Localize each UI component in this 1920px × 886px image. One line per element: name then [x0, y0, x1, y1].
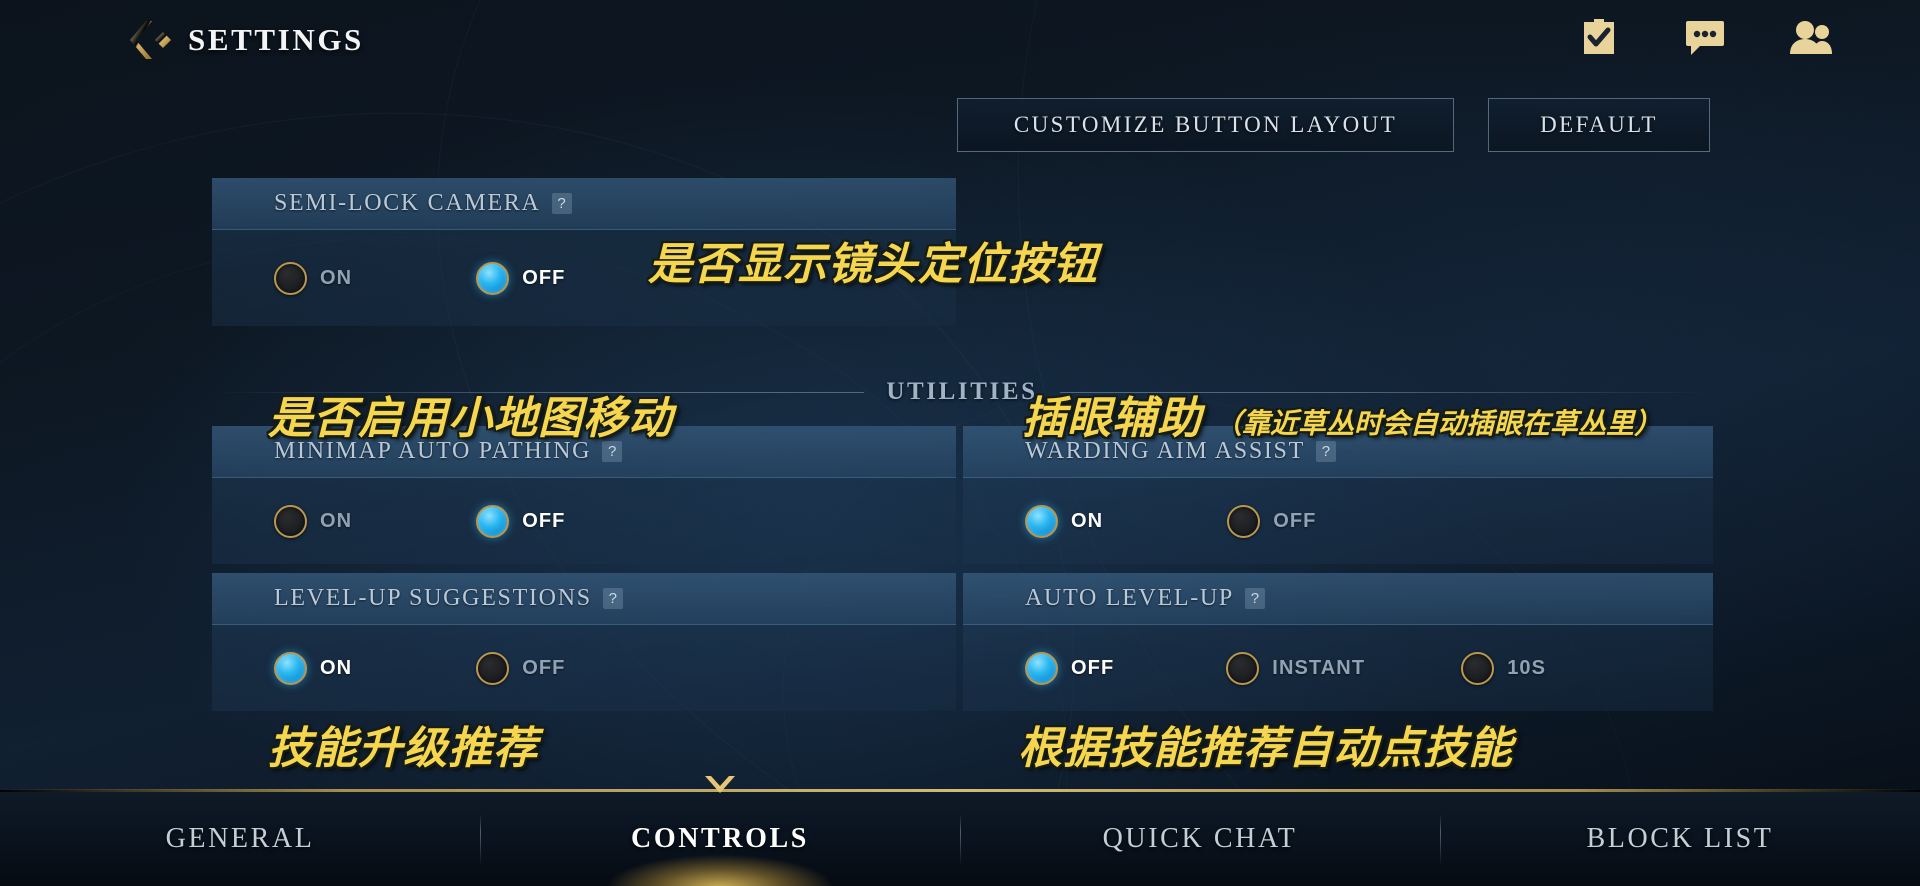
radio-option-instant[interactable]: INSTANT: [1226, 651, 1366, 685]
radio-indicator: [476, 261, 510, 295]
setting-panel-warding-aim-assist: WARDING AIM ASSIST ? ON OFF: [963, 426, 1713, 564]
radio-indicator: [476, 651, 510, 685]
tab-general[interactable]: GENERAL: [0, 792, 480, 886]
toolbar: CUSTOMIZE BUTTON LAYOUT DEFAULT: [0, 98, 1920, 158]
radio-label: INSTANT: [1272, 656, 1366, 679]
setting-panel-level-up-suggestions: LEVEL-UP SUGGESTIONS ? ON OFF: [212, 573, 956, 711]
tab-label: BLOCK LIST: [1586, 823, 1774, 854]
active-tab-marker-icon: [703, 772, 737, 794]
radio-label: ON: [1071, 509, 1104, 532]
section-label: UTILITIES: [886, 378, 1038, 405]
tab-quick-chat[interactable]: QUICK CHAT: [960, 792, 1440, 886]
radio-indicator: [274, 261, 307, 295]
setting-options: ON OFF: [212, 478, 956, 564]
radio-label: OFF: [522, 509, 566, 532]
setting-header: AUTO LEVEL-UP ?: [963, 573, 1713, 625]
radio-label: OFF: [522, 656, 566, 679]
back-chevron-icon: [126, 18, 172, 62]
radio-indicator: [274, 504, 307, 538]
header-icon-group: [1576, 14, 1834, 60]
mission-checklist-icon[interactable]: [1576, 14, 1622, 60]
radio-option-10s[interactable]: 10S: [1461, 651, 1547, 685]
annotation-camera: 是否显示镜头定位按钮: [648, 239, 1098, 290]
radio-label: ON: [320, 266, 353, 289]
page-title: SETTINGS: [188, 22, 364, 57]
tab-label: CONTROLS: [631, 823, 809, 854]
radio-option-off[interactable]: OFF: [476, 651, 566, 685]
annotation-warding-sub: （靠近草丛时会自动插眼在草丛里）: [1214, 407, 1663, 440]
radio-option-on[interactable]: ON: [1025, 504, 1104, 538]
bottom-tab-bar: GENERAL CONTROLS QUICK CHAT BLOCK LIST: [0, 776, 1920, 886]
radio-indicator: [1025, 651, 1058, 685]
radio-label: ON: [320, 656, 353, 679]
radio-indicator: [1227, 504, 1261, 538]
radio-indicator: [1226, 651, 1260, 685]
radio-option-off[interactable]: OFF: [476, 504, 566, 538]
chat-icon[interactable]: [1682, 14, 1728, 60]
back-button[interactable]: SETTINGS: [126, 12, 364, 68]
annotation-warding: 插眼辅助 （靠近草丛时会自动插眼在草丛里）: [1022, 382, 1662, 446]
tab-controls[interactable]: CONTROLS: [480, 776, 960, 886]
radio-indicator: [476, 504, 510, 538]
help-icon[interactable]: ?: [602, 588, 623, 609]
setting-title: AUTO LEVEL-UP: [1025, 585, 1234, 611]
radio-label: OFF: [1273, 509, 1317, 532]
annotation-level-up: 技能升级推荐: [268, 723, 538, 774]
radio-option-off[interactable]: OFF: [1227, 504, 1317, 538]
setting-title: LEVEL-UP SUGGESTIONS: [274, 585, 592, 611]
settings-screen: SETTINGS CUSTOMIZE BUTTON LAYOUT DEFAULT…: [0, 0, 1920, 886]
radio-indicator: [1025, 504, 1058, 538]
tab-label: QUICK CHAT: [1102, 823, 1298, 854]
setting-options: OFF INSTANT 10S: [963, 625, 1713, 711]
radio-indicator: [1461, 651, 1495, 685]
customize-button-layout-button[interactable]: CUSTOMIZE BUTTON LAYOUT: [957, 98, 1454, 152]
annotation-minimap: 是否启用小地图移动: [268, 393, 673, 444]
radio-label: 10S: [1507, 656, 1547, 679]
setting-panel-minimap-auto-pathing: MINIMAP AUTO PATHING ? ON OFF: [212, 426, 956, 564]
setting-header: LEVEL-UP SUGGESTIONS ?: [212, 573, 956, 625]
radio-option-on[interactable]: ON: [274, 261, 353, 295]
setting-options: ON OFF: [963, 478, 1713, 564]
radio-label: OFF: [1071, 656, 1115, 679]
setting-title: SEMI-LOCK CAMERA: [274, 190, 541, 216]
setting-panel-auto-level-up: AUTO LEVEL-UP ? OFF INSTANT 10S: [963, 573, 1713, 711]
tab-label: GENERAL: [165, 823, 315, 854]
tab-block-list[interactable]: BLOCK LIST: [1440, 792, 1920, 886]
radio-option-on[interactable]: ON: [274, 651, 353, 685]
radio-indicator: [274, 651, 307, 685]
setting-options: ON OFF: [212, 625, 956, 711]
setting-header: SEMI-LOCK CAMERA ?: [212, 178, 956, 230]
default-button[interactable]: DEFAULT: [1488, 98, 1710, 152]
radio-label: ON: [320, 509, 353, 532]
radio-option-off[interactable]: OFF: [476, 261, 566, 295]
annotation-auto-level-up: 根据技能推荐自动点技能: [1018, 723, 1513, 774]
radio-option-off[interactable]: OFF: [1025, 651, 1115, 685]
radio-option-on[interactable]: ON: [274, 504, 353, 538]
tab-list: GENERAL CONTROLS QUICK CHAT BLOCK LIST: [0, 776, 1920, 886]
help-icon[interactable]: ?: [551, 193, 572, 214]
friends-icon[interactable]: [1788, 14, 1834, 60]
page-header: SETTINGS: [0, 0, 1920, 82]
help-icon[interactable]: ?: [1244, 588, 1265, 609]
annotation-warding-main: 插眼辅助: [1022, 393, 1202, 444]
radio-label: OFF: [522, 266, 566, 289]
